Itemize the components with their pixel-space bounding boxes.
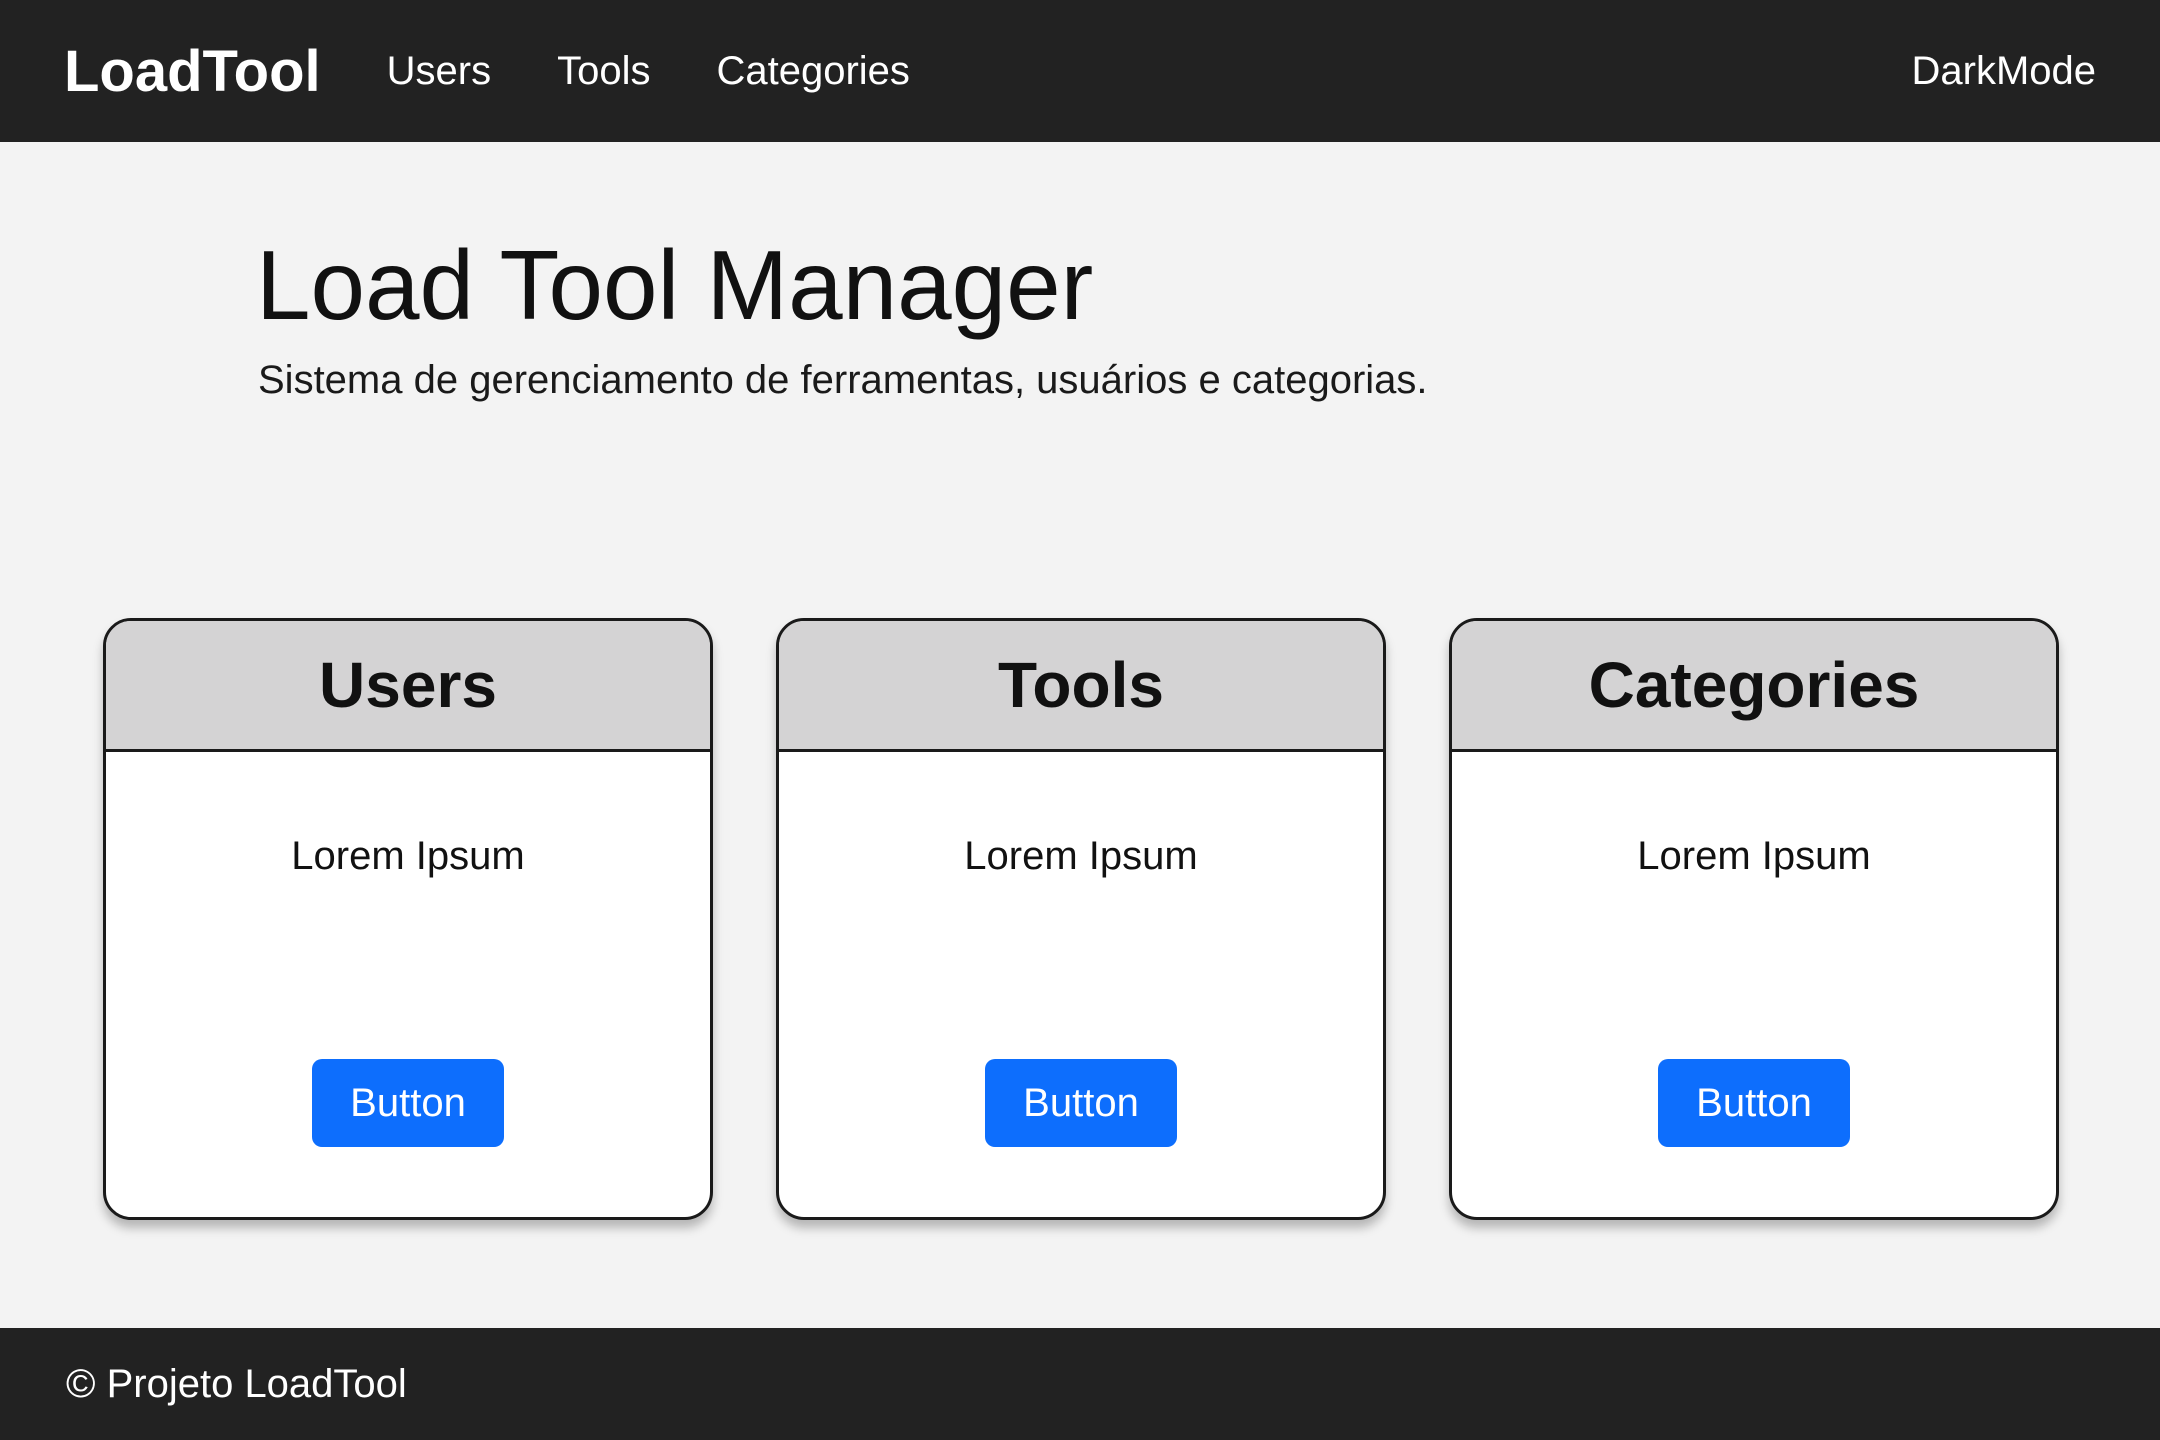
nav-link-categories[interactable]: Categories — [716, 49, 909, 94]
nav-link-users[interactable]: Users — [387, 49, 491, 94]
card-tools: Tools Lorem Ipsum Button — [776, 618, 1386, 1220]
nav-links: Users Tools Categories — [387, 49, 910, 94]
page-title: Load Tool Manager — [256, 230, 1094, 340]
nav-link-tools[interactable]: Tools — [557, 49, 650, 94]
card-text: Lorem Ipsum — [1637, 834, 1871, 878]
card-header: Users — [106, 621, 710, 752]
card-body: Lorem Ipsum Button — [1452, 752, 2056, 1217]
footer-copyright: © Projeto LoadTool — [66, 1361, 407, 1406]
darkmode-toggle[interactable]: DarkMode — [1911, 49, 2096, 94]
page-footer: © Projeto LoadTool — [0, 1328, 2160, 1440]
users-card-button[interactable]: Button — [312, 1059, 504, 1147]
tools-card-button[interactable]: Button — [985, 1059, 1177, 1147]
categories-card-button[interactable]: Button — [1658, 1059, 1850, 1147]
card-text: Lorem Ipsum — [964, 834, 1198, 878]
card-text: Lorem Ipsum — [291, 834, 525, 878]
top-navbar: LoadTool Users Tools Categories DarkMode — [0, 0, 2160, 142]
brand-logo-link[interactable]: LoadTool — [64, 38, 321, 105]
cards-row: Users Lorem Ipsum Button Tools Lorem Ips… — [103, 618, 2059, 1220]
card-header: Categories — [1452, 621, 2056, 752]
card-body: Lorem Ipsum Button — [779, 752, 1383, 1217]
card-body: Lorem Ipsum Button — [106, 752, 710, 1217]
card-header: Tools — [779, 621, 1383, 752]
card-categories: Categories Lorem Ipsum Button — [1449, 618, 2059, 1220]
card-users: Users Lorem Ipsum Button — [103, 618, 713, 1220]
hero-section: Load Tool Manager Sistema de gerenciamen… — [256, 230, 1428, 403]
page-subtitle: Sistema de gerenciamento de ferramentas,… — [258, 357, 1428, 402]
